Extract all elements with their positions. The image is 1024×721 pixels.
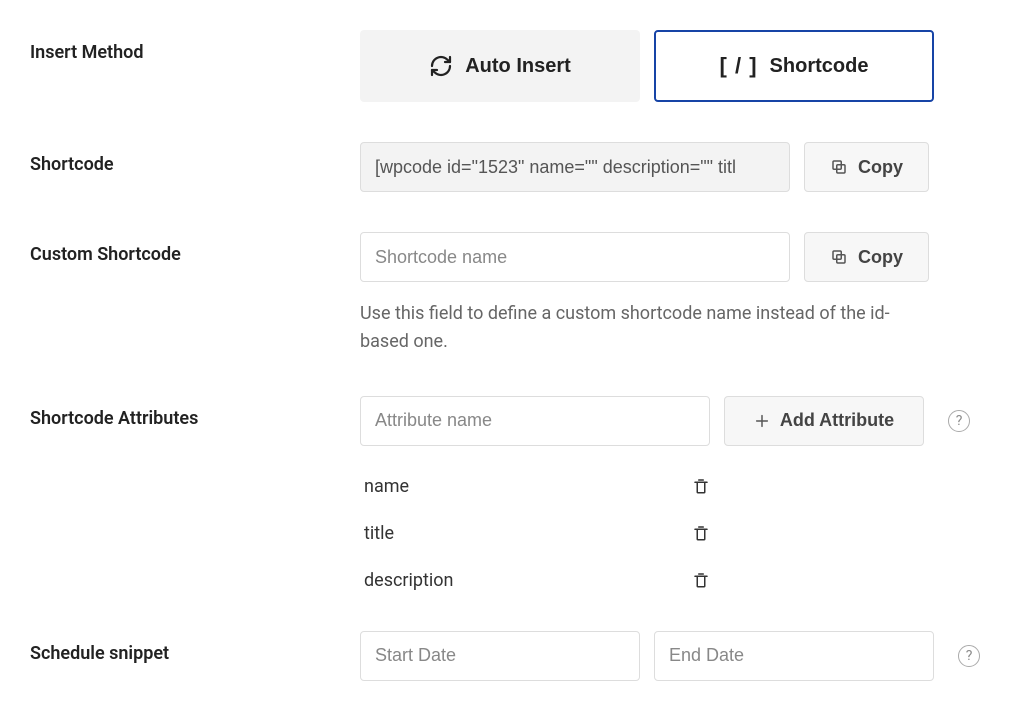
attribute-item-name: title — [360, 523, 692, 544]
insert-method-label: Insert Method — [30, 30, 360, 63]
attribute-name-input[interactable] — [360, 396, 710, 446]
delete-attribute-button[interactable] — [692, 477, 710, 495]
copy-shortcode-label: Copy — [858, 157, 903, 178]
plus-icon — [754, 413, 770, 429]
delete-attribute-button[interactable] — [692, 524, 710, 542]
trash-icon — [692, 477, 710, 495]
shortcode-method-button[interactable]: [ / ] Shortcode — [654, 30, 934, 102]
custom-shortcode-help: Use this field to define a custom shortc… — [360, 300, 920, 356]
trash-icon — [692, 571, 710, 589]
copy-icon — [830, 248, 848, 266]
custom-shortcode-label: Custom Shortcode — [30, 232, 360, 265]
shortcode-attributes-label: Shortcode Attributes — [30, 396, 360, 429]
attribute-item-name: name — [360, 476, 692, 497]
shortcode-value-input[interactable] — [360, 142, 790, 192]
copy-shortcode-button[interactable]: Copy — [804, 142, 929, 192]
add-attribute-label: Add Attribute — [780, 410, 894, 431]
attribute-item: title — [360, 523, 710, 544]
attribute-item-name: description — [360, 570, 692, 591]
copy-custom-shortcode-button[interactable]: Copy — [804, 232, 929, 282]
refresh-icon — [429, 54, 453, 78]
end-date-input[interactable] — [654, 631, 934, 681]
attribute-item: name — [360, 476, 710, 497]
insert-method-toggle-group: Auto Insert [ / ] Shortcode — [360, 30, 994, 102]
shortcode-label: Shortcode — [30, 142, 360, 175]
schedule-help-icon[interactable]: ? — [958, 645, 980, 667]
attributes-help-icon[interactable]: ? — [948, 410, 970, 432]
schedule-snippet-label: Schedule snippet — [30, 631, 360, 664]
start-date-input[interactable] — [360, 631, 640, 681]
shortcode-brackets-icon: [ / ] — [720, 53, 758, 79]
custom-shortcode-input[interactable] — [360, 232, 790, 282]
auto-insert-button[interactable]: Auto Insert — [360, 30, 640, 102]
auto-insert-label: Auto Insert — [465, 55, 571, 78]
copy-icon — [830, 158, 848, 176]
shortcode-method-label: Shortcode — [770, 55, 869, 78]
add-attribute-button[interactable]: Add Attribute — [724, 396, 924, 446]
delete-attribute-button[interactable] — [692, 571, 710, 589]
attribute-list: name title description — [360, 476, 994, 591]
attribute-item: description — [360, 570, 710, 591]
trash-icon — [692, 524, 710, 542]
copy-custom-shortcode-label: Copy — [858, 247, 903, 268]
